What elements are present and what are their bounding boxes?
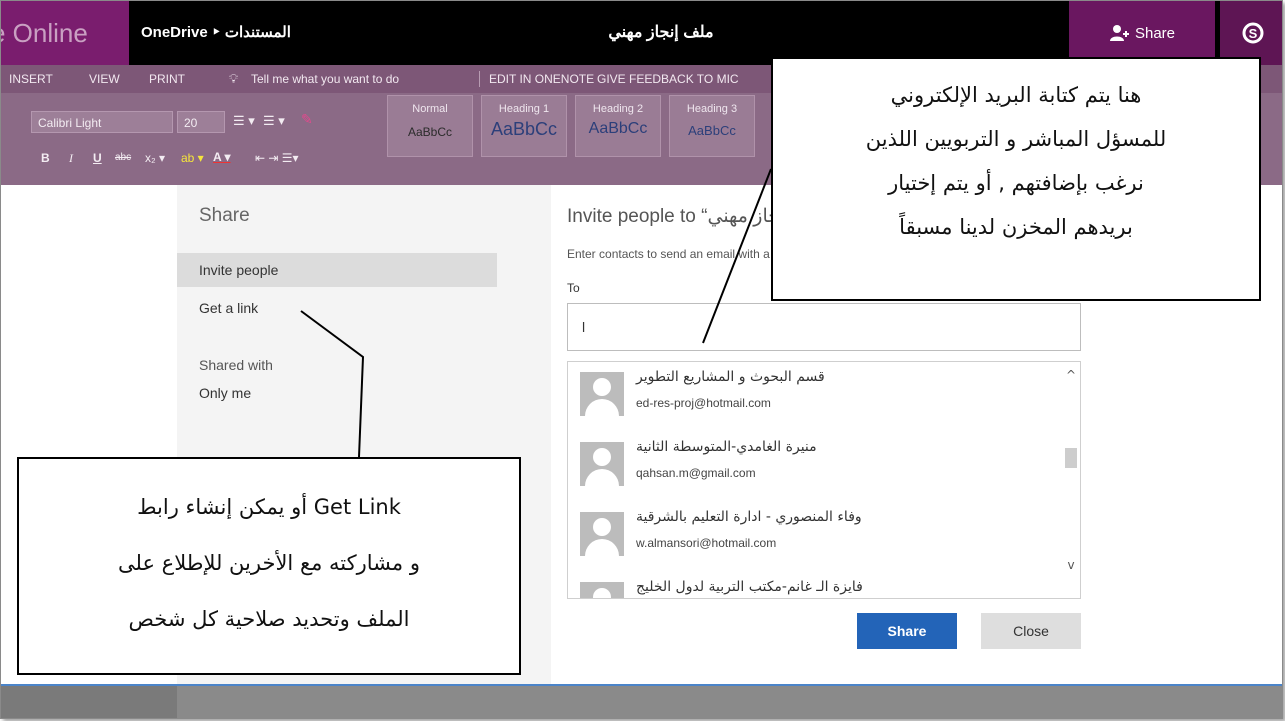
font-name-box[interactable]: Calibri Light bbox=[31, 111, 173, 133]
app-window: e Online OneDrive ‣ المستندات ملف إنجاز … bbox=[0, 0, 1283, 719]
menu-insert[interactable]: INSERT bbox=[9, 65, 53, 93]
style-heading-3[interactable]: Heading 3 AaBbCc bbox=[669, 95, 755, 157]
menu-view[interactable]: VIEW bbox=[89, 65, 120, 93]
menu-give-feedback[interactable]: GIVE FEEDBACK TO MIC bbox=[597, 65, 739, 93]
menu-edit-in-onenote[interactable]: EDIT IN ONENOTE bbox=[489, 65, 594, 93]
style-preview: AaBbCc bbox=[407, 125, 453, 139]
tab-get-a-link[interactable]: Get a link bbox=[177, 291, 497, 325]
contact-item[interactable]: قسم البحوث و المشاريع التطوير ed-res-pro… bbox=[568, 362, 1062, 432]
contact-suggestions: قسم البحوث و المشاريع التطوير ed-res-pro… bbox=[567, 361, 1081, 599]
numbering-icon[interactable]: ☰ ▾ bbox=[263, 113, 285, 129]
style-name: Heading 3 bbox=[686, 103, 738, 115]
avatar bbox=[580, 512, 624, 556]
callout-line: نرغب بإضافتهم , أو يتم إختيار bbox=[888, 171, 1144, 195]
clear-format-icon[interactable]: ✎ bbox=[301, 111, 313, 128]
contact-email: qahsan.m@gmail.com bbox=[636, 466, 756, 480]
contact-name: قسم البحوث و المشاريع التطوير bbox=[636, 369, 825, 385]
contact-email: w.almansori@hotmail.com bbox=[636, 536, 777, 550]
strikethrough-button[interactable]: abc bbox=[115, 152, 131, 163]
annotation-callout-email: هنا يتم كتابة البريد الإلكتروني للمسؤل ا… bbox=[771, 57, 1261, 301]
app-name[interactable]: e Online bbox=[1, 1, 129, 65]
callout-line: و مشاركته مع الأخرين للإطلاع على bbox=[118, 551, 420, 575]
share-button-top[interactable]: Share bbox=[1069, 1, 1215, 65]
bottom-bar bbox=[1, 686, 1282, 718]
style-heading-1[interactable]: Heading 1 AaBbCc bbox=[481, 95, 567, 157]
callout-line: للمسؤل المباشر و التربويين اللذين bbox=[865, 127, 1167, 151]
share-button-label: Share bbox=[1134, 24, 1176, 42]
italic-button[interactable]: I bbox=[69, 151, 73, 166]
add-person-icon bbox=[1109, 25, 1129, 41]
tab-invite-people[interactable]: Invite people bbox=[177, 253, 497, 287]
contact-item[interactable]: وفاء المنصوري - ادارة التعليم بالشرقية w… bbox=[568, 502, 1062, 572]
style-name: Heading 1 bbox=[498, 103, 550, 115]
contact-name: وفاء المنصوري - ادارة التعليم بالشرقية bbox=[636, 509, 862, 525]
contact-item[interactable]: فايزة الـ غانم-مكتب التربية لدول الخليج bbox=[568, 572, 1062, 598]
callout-line: هنا يتم كتابة البريد الإلكتروني bbox=[890, 83, 1142, 107]
to-label: To bbox=[567, 281, 580, 295]
lightbulb-icon: 💡︎ bbox=[229, 71, 239, 86]
menu-divider bbox=[479, 71, 480, 87]
style-normal[interactable]: Normal AaBbCc bbox=[387, 95, 473, 157]
share-button[interactable]: Share bbox=[857, 613, 957, 649]
tell-me-search[interactable]: Tell me what you want to do bbox=[251, 65, 399, 93]
style-preview: AaBbCc bbox=[588, 120, 648, 137]
close-button[interactable]: Close bbox=[981, 613, 1081, 649]
shared-with-value: Only me bbox=[199, 385, 252, 401]
avatar bbox=[580, 442, 624, 486]
contact-item[interactable]: منيرة الغامدي-المتوسطة الثانية qahsan.m@… bbox=[568, 432, 1062, 502]
style-preview: AaBbCc bbox=[490, 119, 558, 139]
underline-button[interactable]: U bbox=[93, 151, 102, 165]
skype-icon: S bbox=[1242, 22, 1264, 44]
breadcrumb[interactable]: OneDrive ‣ المستندات bbox=[141, 1, 291, 65]
style-heading-2[interactable]: Heading 2 AaBbCc bbox=[575, 95, 661, 157]
style-preview: AaBbCc bbox=[688, 123, 736, 138]
subscript-button[interactable]: x₂ ▾ bbox=[145, 151, 165, 165]
shared-with-label: Shared with bbox=[199, 357, 273, 373]
avatar bbox=[580, 582, 624, 598]
suggestions-scrollbar[interactable]: ^ v bbox=[1062, 362, 1080, 598]
annotation-callout-link: أو يمكن إنشاء رابط Get Link و مشاركته مع… bbox=[17, 457, 521, 675]
contact-name: فايزة الـ غانم-مكتب التربية لدول الخليج bbox=[636, 579, 863, 595]
highlight-icon[interactable]: ab ▾ bbox=[181, 151, 204, 165]
font-size-box[interactable]: 20 bbox=[177, 111, 225, 133]
to-input[interactable] bbox=[567, 303, 1081, 351]
avatar bbox=[580, 372, 624, 416]
svg-text:S: S bbox=[1249, 26, 1258, 41]
callout-line: بريدهم المخزن لدينا مسبقاً bbox=[899, 215, 1133, 239]
callout-line: أو يمكن إنشاء رابط Get Link bbox=[137, 495, 401, 519]
contact-email: ed-res-proj@hotmail.com bbox=[636, 396, 771, 410]
bold-button[interactable]: B bbox=[41, 151, 50, 165]
style-name: Normal bbox=[412, 103, 448, 115]
bullets-icon[interactable]: ☰ ▾ bbox=[233, 113, 255, 129]
chevron-down-icon[interactable]: v bbox=[1066, 559, 1076, 571]
style-name: Heading 2 bbox=[592, 103, 644, 115]
menu-print[interactable]: PRINT bbox=[149, 65, 185, 93]
indent-icons[interactable]: ⇤ ⇥ ☰▾ bbox=[255, 151, 299, 165]
chevron-up-icon[interactable]: ^ bbox=[1066, 369, 1076, 381]
title-bar: e Online OneDrive ‣ المستندات ملف إنجاز … bbox=[1, 1, 1282, 65]
callout-line: الملف وتحديد صلاحية كل شخص bbox=[128, 607, 410, 631]
contact-name: منيرة الغامدي-المتوسطة الثانية bbox=[636, 439, 817, 455]
share-panel-title: Share bbox=[199, 205, 250, 226]
document-title[interactable]: ملف إنجاز مهني bbox=[561, 1, 761, 65]
scroll-thumb[interactable] bbox=[1065, 448, 1077, 468]
font-color-icon[interactable]: A ▾ bbox=[213, 150, 231, 164]
skype-button[interactable]: S bbox=[1220, 1, 1282, 65]
